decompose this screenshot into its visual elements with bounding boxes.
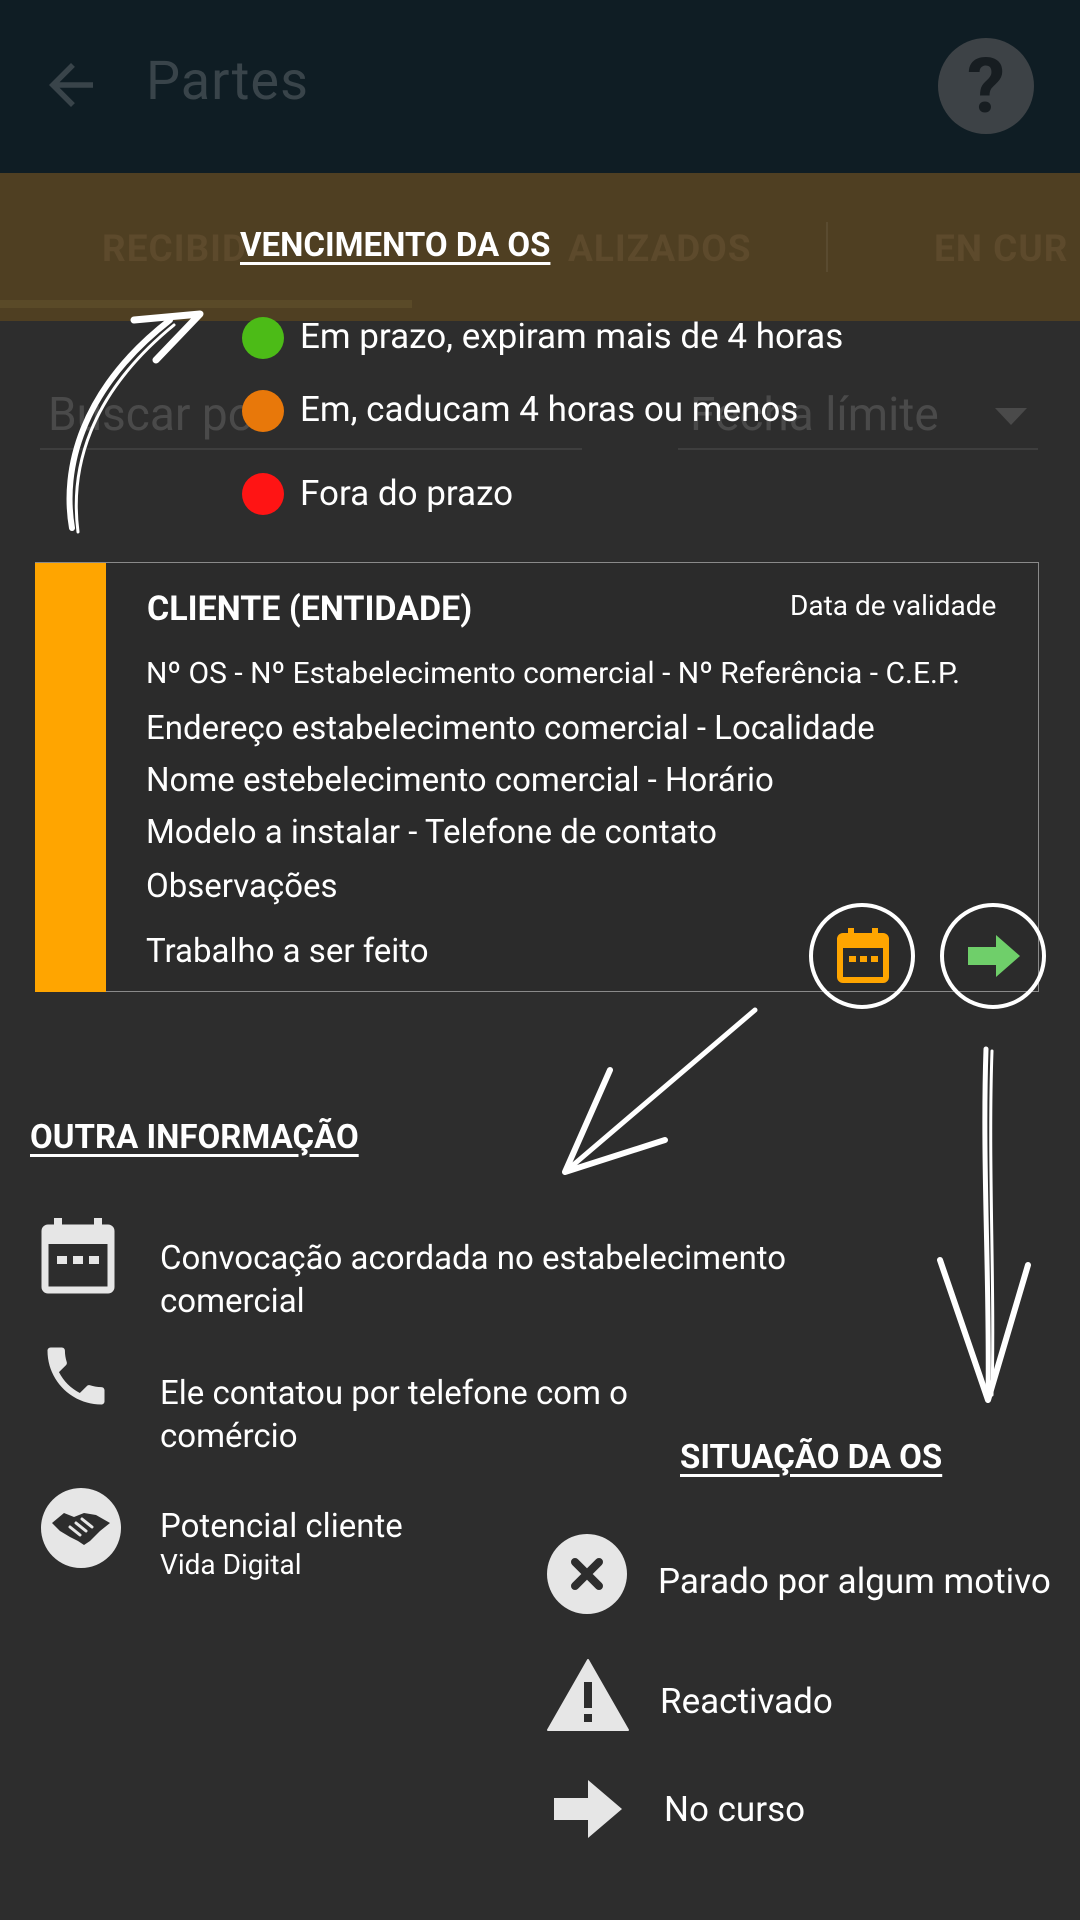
legend-item-expiring: Em, caducam 4 horas ou menos	[300, 389, 799, 430]
card-status-stripe	[35, 563, 106, 992]
info-item-phone: Ele contatou por telefone com o comércio	[160, 1374, 628, 1456]
status-item-stopped: Parado por algum motivo	[658, 1561, 1051, 1602]
page-title: Partes	[146, 50, 309, 113]
card-notes-line: Observações	[146, 867, 338, 906]
tab-recibidas[interactable]: RECIBID	[102, 228, 247, 271]
tab-en-curso[interactable]: EN CUR	[934, 228, 1068, 271]
card-shop-line: Nome estebelecimento comercial - Horário	[146, 761, 774, 800]
advance-button[interactable]	[940, 903, 1046, 1009]
arrow-right-icon	[968, 935, 1020, 977]
back-arrow-icon[interactable]	[38, 52, 104, 118]
diagonal-arrow-icon	[562, 1007, 758, 1175]
dropdown-caret-icon[interactable]	[995, 408, 1027, 425]
red-dot-icon	[242, 473, 284, 515]
arrow-right-icon	[554, 1780, 622, 1838]
orange-dot-icon	[242, 390, 284, 432]
other-info-heading: OUTRA INFORMAÇÃO	[30, 1118, 359, 1157]
tab-realizados[interactable]: ALIZADOS	[568, 228, 752, 271]
legend-item-overdue: Fora do prazo	[300, 473, 514, 514]
legend-item-in-time: Em prazo, expiram mais de 4 horas	[300, 316, 844, 357]
handshake-icon	[41, 1488, 121, 1568]
warning-icon	[547, 1659, 629, 1731]
calendar-icon	[41, 1218, 115, 1294]
curved-arrow-icon	[66, 310, 204, 534]
date-filter-underline	[678, 448, 1038, 450]
tab-divider	[826, 222, 828, 272]
status-item-reactivated: Reactivado	[660, 1681, 833, 1722]
help-icon[interactable]: ?	[938, 38, 1034, 134]
info-item-potential-client-sub: Vida Digital	[160, 1548, 302, 1581]
card-model-line: Modelo a instalar - Telefone de contato	[146, 813, 717, 852]
card-client-name: CLIENTE (ENTIDADE)	[147, 589, 473, 629]
info-item-appointment: Convocação acordada no estabelecimento c…	[160, 1239, 787, 1321]
info-item-potential-client: Potencial cliente	[160, 1507, 403, 1546]
card-reference-line: Nº OS - Nº Estabelecimento comercial - N…	[146, 656, 961, 691]
card-work-line: Trabalho a ser feito	[146, 932, 429, 971]
legend-heading: VENCIMENTO DA OS	[240, 226, 551, 265]
phone-icon	[47, 1347, 105, 1405]
status-item-in-progress: No curso	[664, 1789, 806, 1830]
down-arrow-icon	[937, 1046, 1031, 1403]
close-circle-icon	[547, 1534, 627, 1614]
card-address-line: Endereço estabelecimento comercial - Loc…	[146, 709, 875, 748]
card-expiry-date: Data de validade	[790, 589, 997, 622]
schedule-button[interactable]	[809, 903, 915, 1009]
green-dot-icon	[242, 317, 284, 359]
calendar-icon	[837, 928, 889, 983]
status-heading: SITUAÇÃO DA OS	[680, 1438, 943, 1477]
